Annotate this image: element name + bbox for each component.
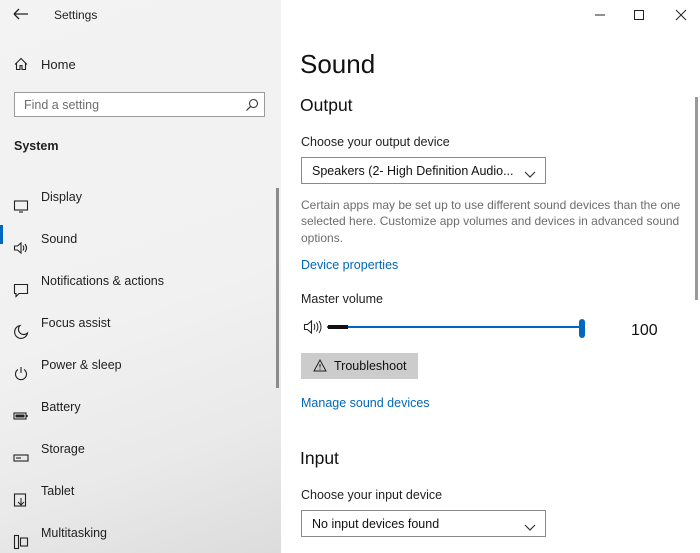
search-input[interactable] xyxy=(15,94,244,115)
manage-sound-devices-link[interactable]: Manage sound devices xyxy=(301,396,430,410)
troubleshoot-label: Troubleshoot xyxy=(334,359,407,373)
sidebar-item-label: Tablet xyxy=(41,484,75,498)
output-device-value: Speakers (2- High Definition Audio... xyxy=(312,164,514,178)
input-device-dropdown[interactable]: No input devices found xyxy=(301,510,546,537)
home-icon xyxy=(13,56,29,72)
speaker-icon xyxy=(13,240,29,256)
warning-icon xyxy=(313,358,327,372)
sidebar-item-label: Storage xyxy=(41,442,85,456)
sidebar-item-label: Display xyxy=(41,190,82,204)
sidebar-item-multitasking[interactable]: Multitasking xyxy=(0,521,276,553)
content-pane: Sound Output Choose your output device S… xyxy=(281,0,700,553)
content-scrollbar[interactable] xyxy=(695,97,698,300)
close-icon[interactable] xyxy=(672,6,690,24)
volume-value: 100 xyxy=(631,322,658,339)
sidebar-item-storage[interactable]: Storage xyxy=(0,437,276,479)
sidebar-item-focus-assist[interactable]: Focus assist xyxy=(0,311,276,353)
sidebar-nav: Display Sound Notifications & actions Fo… xyxy=(0,185,276,553)
multitasking-icon xyxy=(13,534,29,550)
volume-thumb[interactable] xyxy=(579,319,585,338)
back-arrow-icon[interactable] xyxy=(10,4,32,24)
sidebar-item-tablet[interactable]: Tablet xyxy=(0,479,276,521)
sidebar-scrollbar[interactable] xyxy=(276,188,279,388)
output-device-dropdown[interactable]: Speakers (2- High Definition Audio... xyxy=(301,157,546,184)
sidebar-item-sound[interactable]: Sound xyxy=(0,225,276,269)
sidebar-item-label: Notifications & actions xyxy=(41,274,164,288)
home-label: Home xyxy=(41,57,76,72)
volume-track xyxy=(327,326,583,328)
sidebar-item-label: Multitasking xyxy=(41,526,107,540)
troubleshoot-button[interactable]: Troubleshoot xyxy=(301,353,418,379)
search-icon[interactable] xyxy=(245,98,259,112)
sidebar-item-label: Sound xyxy=(41,232,78,246)
output-heading: Output xyxy=(300,95,353,115)
section-title: System xyxy=(14,139,59,153)
sidebar-item-home[interactable]: Home xyxy=(0,52,281,76)
sidebar-item-battery[interactable]: Battery xyxy=(0,395,276,437)
display-icon xyxy=(13,198,29,214)
battery-icon xyxy=(13,408,29,424)
search-box[interactable] xyxy=(14,92,265,117)
input-heading: Input xyxy=(300,448,339,468)
app-title: Settings xyxy=(54,8,98,22)
master-volume-label: Master volume xyxy=(301,292,383,306)
chevron-down-icon xyxy=(524,519,536,531)
moon-icon xyxy=(13,324,29,340)
minimize-icon[interactable] xyxy=(591,6,609,24)
page-title: Sound xyxy=(300,49,376,79)
volume-peak-meter xyxy=(328,325,348,329)
sidebar-item-notifications[interactable]: Notifications & actions xyxy=(0,269,276,311)
device-properties-link[interactable]: Device properties xyxy=(301,258,398,272)
notifications-icon xyxy=(13,282,29,298)
speaker-icon[interactable] xyxy=(303,318,323,336)
storage-icon xyxy=(13,450,29,466)
sidebar-item-label: Focus assist xyxy=(41,316,111,330)
input-device-label: Choose your input device xyxy=(301,488,443,502)
chevron-down-icon xyxy=(524,166,536,178)
maximize-icon[interactable] xyxy=(630,6,648,24)
input-device-value: No input devices found xyxy=(312,517,440,531)
sidebar-item-display[interactable]: Display xyxy=(0,185,276,227)
power-icon xyxy=(13,366,29,382)
sidebar-item-power-sleep[interactable]: Power & sleep xyxy=(0,353,276,395)
output-description: Certain apps may be set up to use differ… xyxy=(301,198,681,245)
sidebar-item-label: Battery xyxy=(41,400,81,414)
tablet-icon xyxy=(13,492,29,508)
sidebar-item-label: Power & sleep xyxy=(41,358,122,372)
output-device-label: Choose your output device xyxy=(301,135,450,149)
sidebar: Settings Home System Display Sound xyxy=(0,0,281,553)
master-volume-slider[interactable] xyxy=(327,316,587,340)
